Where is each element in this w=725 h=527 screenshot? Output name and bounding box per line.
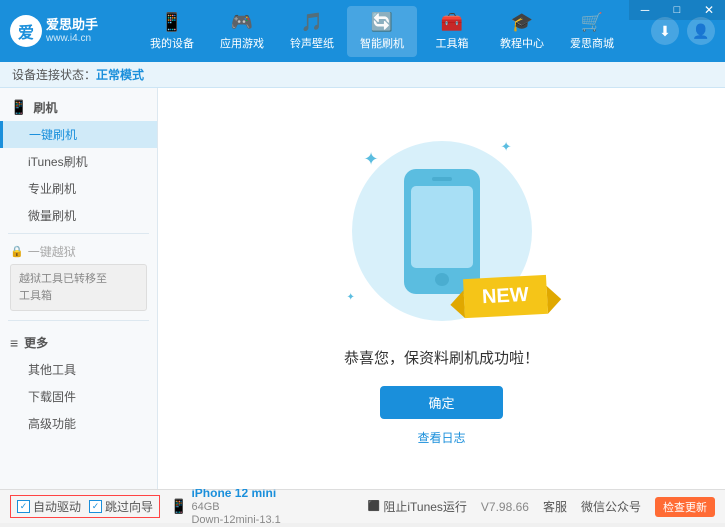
checkbox-skip-wizard-box[interactable]: ✓ [89,500,102,513]
status-value: 正常模式 [96,66,144,83]
phone-graphic [404,169,480,294]
sidebar-item-micro-flash[interactable]: 微量刷机 [0,202,157,229]
sidebar-section-jailbreak: 🔒 一键越狱 越狱工具已转移至工具箱 [0,238,157,316]
nav-item-smart-flash[interactable]: 🔄 智能刷机 [347,6,417,57]
new-badge: NEW ★ ★ [463,275,548,318]
checkbox-auto-drive[interactable]: ✓ 自动驱动 [17,498,81,515]
lock-icon: 🔒 [10,245,24,258]
checkbox-skip-wizard[interactable]: ✓ 跳过向导 [89,498,153,515]
stop-icon: ⬛ [368,501,380,512]
device-model: Down-12mini-13.1 [191,514,280,527]
download-button[interactable]: ⬇ [651,17,679,45]
account-button[interactable]: 👤 [687,17,715,45]
close-button[interactable]: ✕ [693,0,725,20]
sidebar-item-one-click-flash[interactable]: 一键刷机 [0,121,157,148]
sidebar-item-pro-flash[interactable]: 专业刷机 [0,175,157,202]
sparkle-icon-2: ✦ [501,139,512,155]
nav-item-tutorial[interactable]: 🎓 教程中心 [487,6,557,57]
sidebar-section-flash: 📱 刷机 一键刷机 iTunes刷机 专业刷机 微量刷机 [0,88,157,229]
nav-bar: 📱 我的设备 🎮 应用游戏 🎵 铃声壁纸 🔄 智能刷机 🧰 工具箱 🎓 教程中心… [113,6,651,57]
minimize-button[interactable]: ─ [629,0,661,20]
status-bar: 设备连接状态： 正常模式 [0,62,725,88]
window-controls: ─ □ ✕ [629,0,725,20]
footer-left: ✓ 自动驱动 ✓ 跳过向导 📱 iPhone 12 mini 64GB Down… [10,486,281,527]
customer-service-link[interactable]: 客服 [543,498,567,515]
sidebar-item-advanced[interactable]: 高级功能 [0,410,157,437]
sidebar-item-itunes-flash[interactable]: iTunes刷机 [0,148,157,175]
jailbreak-note: 越狱工具已转移至工具箱 [10,264,147,311]
success-illustration: ✦ ✦ ✦ NEW ★ ★ [342,131,542,331]
restore-button[interactable]: □ [661,0,693,20]
checkbox-auto-drive-box[interactable]: ✓ [17,500,30,513]
device-capacity: 64GB [191,501,280,514]
sidebar: 📱 刷机 一键刷机 iTunes刷机 专业刷机 微量刷机 🔒 一键越狱 越 [0,88,158,489]
status-label: 设备连接状态： [12,66,96,83]
footer-right: ⬛ 阻止iTunes运行 V7.98.66 客服 微信公众号 检查更新 [368,497,715,517]
sidebar-item-other-tools[interactable]: 其他工具 [0,356,157,383]
footer: ✓ 自动驱动 ✓ 跳过向导 📱 iPhone 12 mini 64GB Down… [0,489,725,523]
wechat-link[interactable]: 微信公众号 [581,498,641,515]
sparkle-icon-1: ✦ [364,149,379,170]
success-message: 恭喜您，保资料刷机成功啦！ [344,347,539,368]
sidebar-jailbreak-title: 🔒 一键越狱 [10,243,147,260]
flash-section-icon: 📱 [10,99,27,116]
sidebar-section-more: ≡ 更多 其他工具 下载固件 高级功能 [0,325,157,437]
content-area: ✦ ✦ ✦ NEW ★ ★ 恭喜您，保资料刷机成功啦！ [158,88,725,489]
logo[interactable]: 爱 爱思助手 www.i4.cn [10,15,98,47]
device-icon: 📱 [170,498,187,515]
sparkle-icon-3: ✦ [347,292,355,303]
confirm-button[interactable]: 确定 [380,386,502,419]
nav-item-my-device[interactable]: 📱 我的设备 [137,6,207,57]
nav-item-wallpaper[interactable]: 🎵 铃声壁纸 [277,6,347,57]
nav-item-toolbox[interactable]: 🧰 工具箱 [417,6,487,57]
sidebar-section-title-flash: 📱 刷机 [0,94,157,121]
device-info: 📱 iPhone 12 mini 64GB Down-12mini-13.1 [170,486,281,527]
check-update-button[interactable]: 检查更新 [655,497,715,517]
itunes-stop[interactable]: ⬛ 阻止iTunes运行 [368,498,467,515]
more-section-icon: ≡ [10,335,18,351]
detail-link[interactable]: 查看日志 [417,429,465,446]
version-label: V7.98.66 [481,500,529,514]
header-actions: ⬇ 👤 [651,17,715,45]
nav-item-shop[interactable]: 🛒 爱思商城 [557,6,627,57]
sidebar-item-download-firmware[interactable]: 下载固件 [0,383,157,410]
logo-url: www.i4.cn [46,33,98,45]
nav-item-apps-games[interactable]: 🎮 应用游戏 [207,6,277,57]
sidebar-section-title-more: ≡ 更多 [0,329,157,356]
